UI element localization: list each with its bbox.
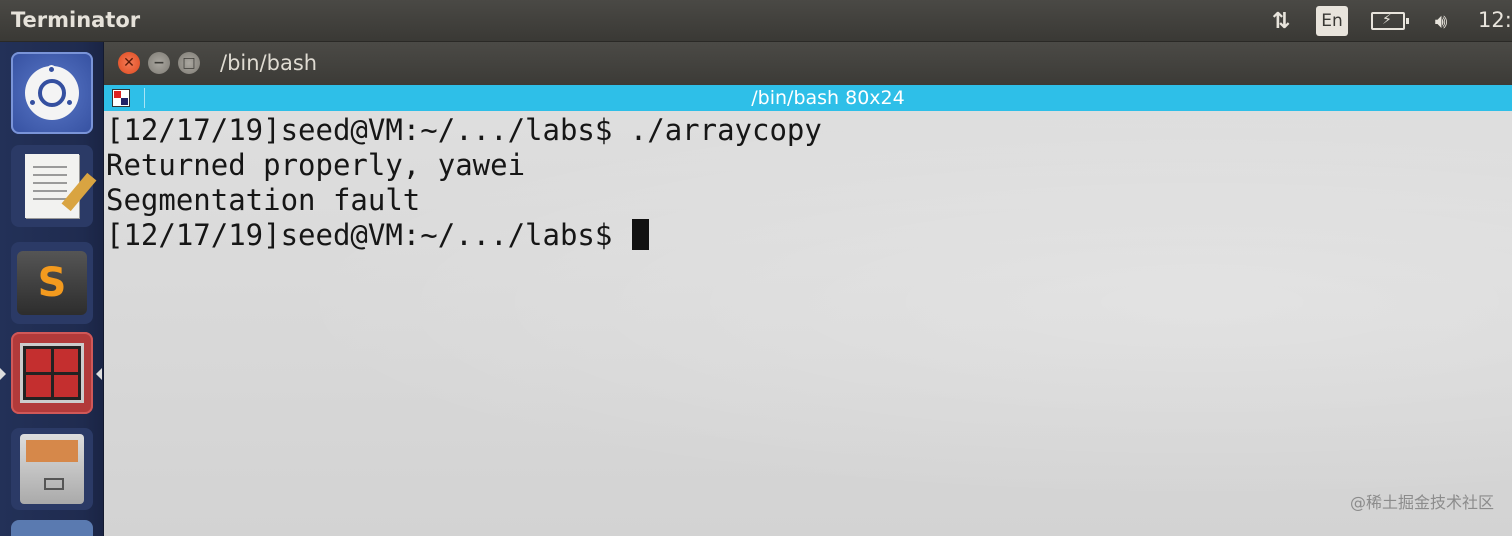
- ubuntu-dash-button[interactable]: [11, 52, 93, 134]
- window-titlebar[interactable]: ✕ − □ /bin/bash: [104, 42, 1512, 84]
- launcher-item-partial[interactable]: [11, 520, 93, 536]
- terminal-line: Segmentation fault: [106, 183, 421, 217]
- window-title: /bin/bash: [220, 51, 318, 75]
- maximize-window-button[interactable]: □: [178, 52, 200, 74]
- clock[interactable]: 12:: [1478, 8, 1512, 32]
- text-editor-icon: [25, 154, 97, 218]
- terminal-line: Returned properly, yawei: [106, 148, 526, 182]
- launcher-terminator[interactable]: [11, 332, 93, 414]
- launcher-sublime-text[interactable]: S: [11, 242, 93, 324]
- minimize-window-button[interactable]: −: [148, 52, 170, 74]
- launcher-files[interactable]: [11, 428, 93, 510]
- terminal-prompt: [12/17/19]seed@VM:~/.../labs$: [106, 218, 630, 252]
- terminal-prompt-line: [12/17/19]seed@VM:~/.../labs$: [106, 218, 1512, 253]
- file-cabinet-icon: [20, 434, 84, 504]
- terminator-icon: [20, 343, 84, 403]
- terminal-output[interactable]: [12/17/19]seed@VM:~/.../labs$ ./arraycop…: [104, 111, 1512, 536]
- launcher-running-indicator: [0, 368, 6, 380]
- terminal-window: ✕ − □ /bin/bash /bin/bash 80x24 [12/17/1…: [104, 42, 1512, 536]
- top-panel: Terminator ⇅ En ⚡ 🔊︎ 12:: [0, 0, 1512, 42]
- sublime-text-icon: S: [17, 251, 87, 315]
- launcher-text-editor[interactable]: [11, 145, 97, 227]
- terminal-titlebar[interactable]: /bin/bash 80x24: [104, 85, 1512, 111]
- volume-icon[interactable]: 🔊︎: [1424, 6, 1458, 36]
- close-window-button[interactable]: ✕: [118, 52, 140, 74]
- terminal-line: [12/17/19]seed@VM:~/.../labs$ ./arraycop…: [106, 113, 822, 147]
- terminal-title: /bin/bash 80x24: [751, 87, 905, 109]
- active-app-name: Terminator: [11, 8, 141, 32]
- watermark: @稀土掘金技术社区: [1349, 493, 1494, 512]
- launcher-focus-indicator: [96, 368, 102, 380]
- keyboard-layout-indicator[interactable]: En: [1316, 6, 1348, 36]
- battery-charging-icon[interactable]: ⚡: [1368, 6, 1409, 36]
- ubuntu-logo-icon: [25, 65, 79, 120]
- launcher: S: [0, 42, 104, 536]
- network-arrows-icon[interactable]: ⇅: [1266, 6, 1296, 36]
- text-cursor: [631, 219, 649, 250]
